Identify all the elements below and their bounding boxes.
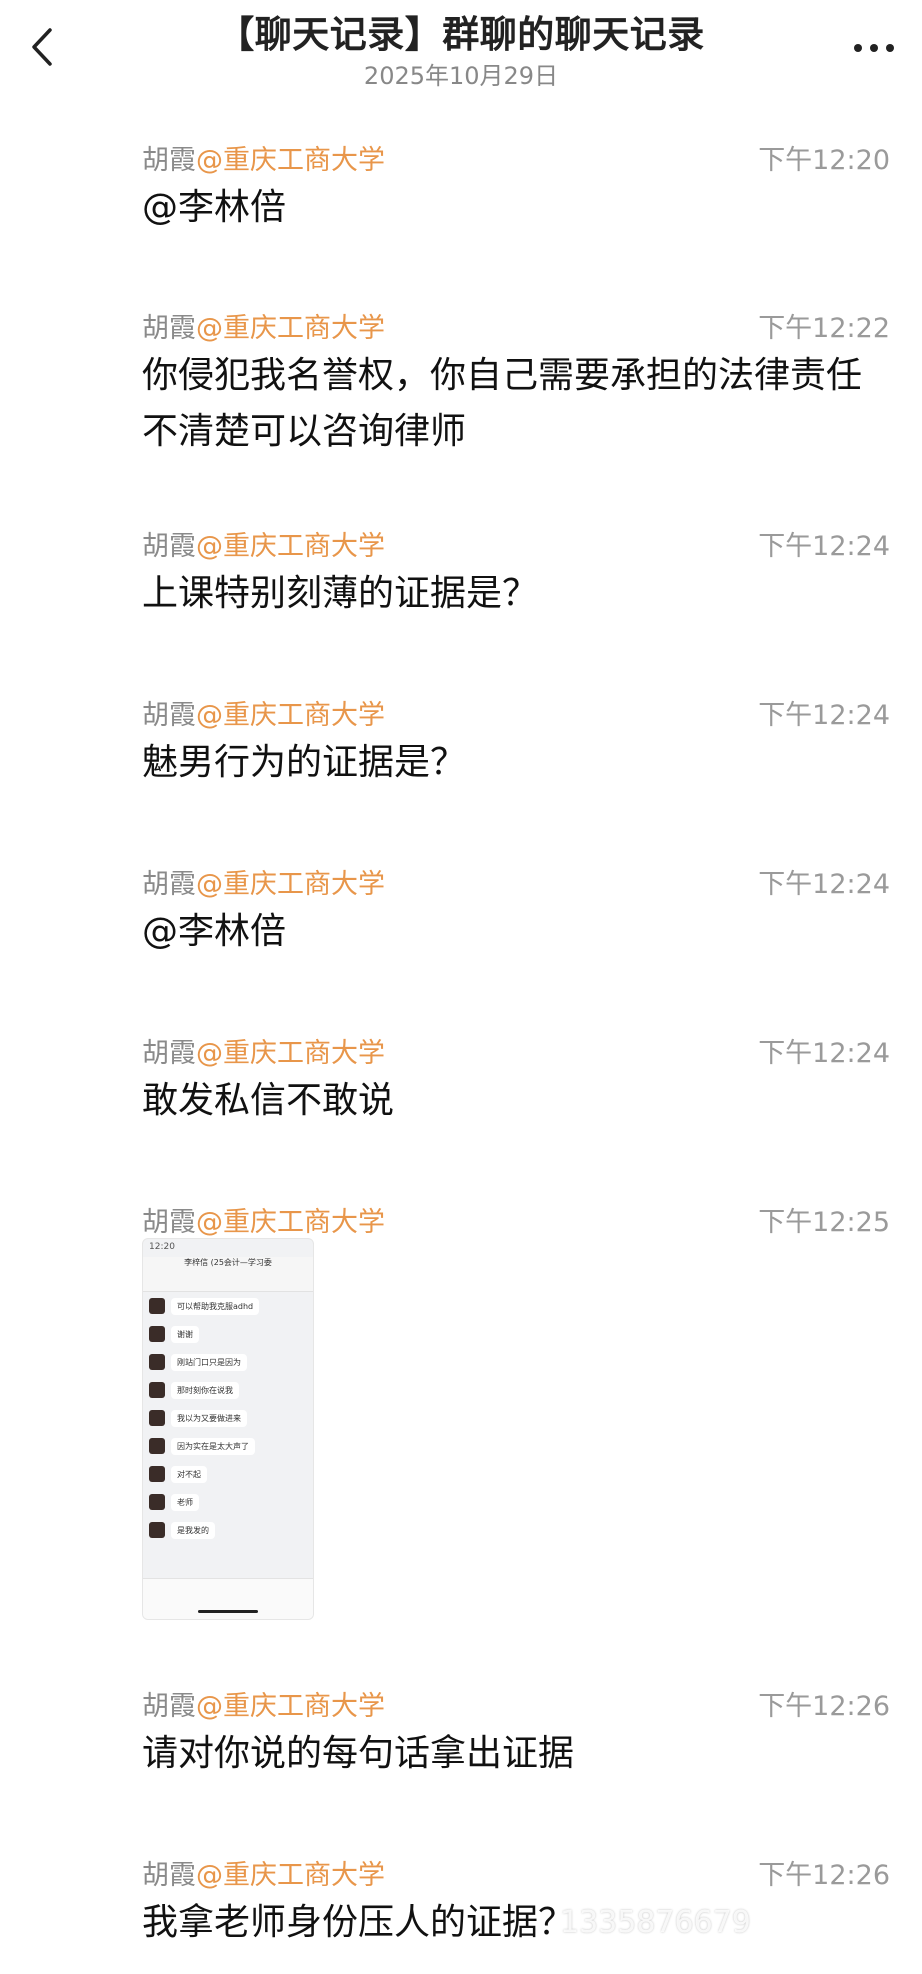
message-text: 请对你说的每句话拿出证据 xyxy=(142,1733,575,1774)
avatar xyxy=(149,1298,165,1314)
list-item: 老师 xyxy=(143,1488,313,1516)
screenshot-image[interactable]: 12:20 李梓信 (25会计—学习委 可以帮助我克服adhd 谢谢 刚站门口只… xyxy=(142,1238,314,1620)
avatar xyxy=(149,1326,165,1342)
list-item: 对不起 xyxy=(143,1460,313,1488)
message-time: 下午12:24 xyxy=(758,531,890,562)
chat-message: 胡霞@重庆工商大学 下午12:25 xyxy=(142,1200,890,1240)
screenshot-chat-title: 李梓信 (25会计—学习委 xyxy=(143,1257,313,1292)
chat-message: 胡霞@重庆工商大学 下午12:26 请对你说的每句话拿出证据 xyxy=(142,1684,890,1782)
sender-name[interactable]: 胡霞@重庆工商大学 xyxy=(142,524,385,563)
message-time: 下午12:20 xyxy=(758,145,890,176)
message-text: 魅男行为的证据是？ xyxy=(142,742,467,783)
home-indicator xyxy=(198,1610,258,1613)
avatar xyxy=(149,1494,165,1510)
message-time: 下午12:22 xyxy=(758,313,890,344)
chat-message: 胡霞@重庆工商大学 下午12:24 敢发私信不敢说 xyxy=(142,1031,890,1129)
message-text: @李林倍 xyxy=(142,187,287,228)
sender-name[interactable]: 胡霞@重庆工商大学 xyxy=(142,1200,385,1239)
chat-date: 2025年10月29日 xyxy=(363,62,559,90)
chat-message: 胡霞@重庆工商大学 下午12:24 @李林倍 xyxy=(142,862,890,960)
message-time: 下午12:24 xyxy=(758,869,890,900)
message-text: 我拿老师身份压人的证据？ xyxy=(142,1902,575,1943)
more-button[interactable] xyxy=(846,28,902,68)
message-text: 你侵犯我名誉权，你自己需要承担的法律责任不清楚可以咨询律师 xyxy=(142,355,863,452)
avatar xyxy=(149,1410,165,1426)
list-item: 是我发的 xyxy=(143,1516,313,1544)
watermark: 1335876679 xyxy=(560,1905,751,1940)
list-item: 因为实在是太大声了 xyxy=(143,1432,313,1460)
page-title: 【聊天记录】群聊的聊天记录 xyxy=(217,13,705,56)
status-bar: 12:20 xyxy=(149,1242,175,1252)
sender-name[interactable]: 胡霞@重庆工商大学 xyxy=(142,862,385,901)
chat-message: 胡霞@重庆工商大学 下午12:24 上课特别刻薄的证据是？ xyxy=(142,524,890,622)
avatar xyxy=(149,1438,165,1454)
message-time: 下午12:26 xyxy=(758,1860,890,1891)
sender-name[interactable]: 胡霞@重庆工商大学 xyxy=(142,1031,385,1070)
screenshot-input-bar xyxy=(143,1578,313,1619)
avatar xyxy=(149,1382,165,1398)
list-item: 那时刻你在说我 xyxy=(143,1376,313,1404)
message-time: 下午12:25 xyxy=(758,1207,890,1238)
list-item: 刚站门口只是因为 xyxy=(143,1348,313,1376)
chat-message: 胡霞@重庆工商大学 下午12:26 我拿老师身份压人的证据？ xyxy=(142,1853,890,1951)
chat-header: 【聊天记录】群聊的聊天记录 2025年10月29日 xyxy=(0,0,922,100)
list-item: 可以帮助我克服adhd xyxy=(143,1292,313,1320)
message-text: 敢发私信不敢说 xyxy=(142,1080,395,1121)
message-text: 上课特别刻薄的证据是？ xyxy=(142,573,539,614)
sender-name[interactable]: 胡霞@重庆工商大学 xyxy=(142,1853,385,1892)
more-dots-icon xyxy=(854,44,894,52)
sender-name[interactable]: 胡霞@重庆工商大学 xyxy=(142,1684,385,1723)
chat-message: 胡霞@重庆工商大学 下午12:20 @李林倍 xyxy=(142,138,890,236)
sender-name[interactable]: 胡霞@重庆工商大学 xyxy=(142,138,385,177)
message-text: @李林倍 xyxy=(142,911,287,952)
avatar xyxy=(149,1522,165,1538)
list-item: 我以为又要做进来 xyxy=(143,1404,313,1432)
avatar xyxy=(149,1354,165,1370)
sender-name[interactable]: 胡霞@重庆工商大学 xyxy=(142,306,385,345)
message-time: 下午12:24 xyxy=(758,1038,890,1069)
avatar xyxy=(149,1466,165,1482)
message-time: 下午12:24 xyxy=(758,700,890,731)
list-item: 谢谢 xyxy=(143,1320,313,1348)
chat-message: 胡霞@重庆工商大学 下午12:24 魅男行为的证据是？ xyxy=(142,693,890,791)
message-time: 下午12:26 xyxy=(758,1691,890,1722)
chat-message: 胡霞@重庆工商大学 下午12:22 你侵犯我名誉权，你自己需要承担的法律责任不清楚… xyxy=(142,306,890,460)
sender-name[interactable]: 胡霞@重庆工商大学 xyxy=(142,693,385,732)
